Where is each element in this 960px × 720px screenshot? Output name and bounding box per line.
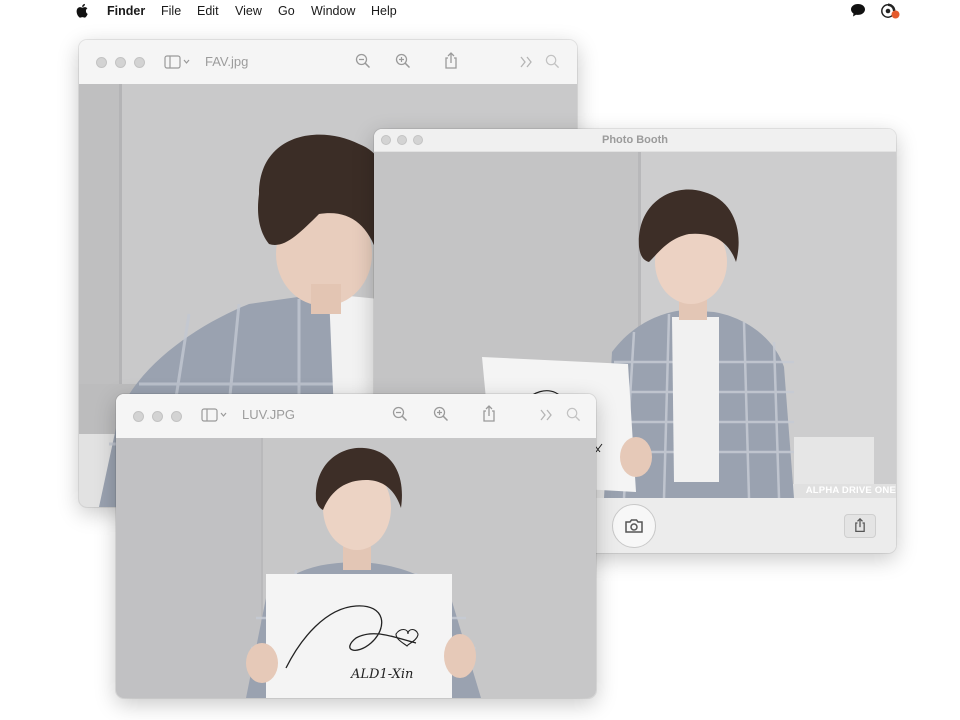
window-titlebar: Photo Booth xyxy=(374,129,896,152)
share-button[interactable] xyxy=(844,514,876,538)
menu-window[interactable]: Window xyxy=(311,4,355,18)
sidebar-toggle-icon[interactable] xyxy=(201,408,227,422)
control-center-icon[interactable] xyxy=(880,3,902,20)
more-chevrons-icon[interactable] xyxy=(540,409,554,421)
share-icon[interactable] xyxy=(444,52,458,70)
minimize-button[interactable] xyxy=(115,57,126,68)
window-toolbar: LUV.JPG xyxy=(116,394,596,438)
camera-shutter-button[interactable] xyxy=(612,504,656,548)
minimize-button[interactable] xyxy=(152,411,163,422)
menu-bar: Finder File Edit View Go Window Help xyxy=(0,0,960,22)
more-chevrons-icon[interactable] xyxy=(520,56,534,68)
share-icon[interactable] xyxy=(482,405,496,423)
watermark-text: ALPHA DRIVE ONE xyxy=(805,485,896,496)
preview-image: ALD1-Xin xyxy=(116,438,596,698)
window-title: FAV.jpg xyxy=(205,54,249,69)
menu-go[interactable]: Go xyxy=(278,4,295,18)
zoom-in-icon[interactable] xyxy=(395,53,411,69)
share-icon xyxy=(855,518,865,532)
zoom-in-icon[interactable] xyxy=(433,406,449,422)
apple-logo-icon[interactable] xyxy=(76,3,88,18)
window-toolbar: FAV.jpg xyxy=(79,40,577,84)
close-button[interactable] xyxy=(96,57,107,68)
window-title: Photo Booth xyxy=(602,134,668,146)
camera-icon xyxy=(625,519,643,533)
close-button[interactable] xyxy=(133,411,144,422)
preview-window-luv[interactable]: LUV.JPG ALD1-Xin xyxy=(116,394,596,698)
window-title: LUV.JPG xyxy=(242,407,295,422)
menu-file[interactable]: File xyxy=(161,4,181,18)
sidebar-toggle-icon[interactable] xyxy=(164,55,190,69)
traffic-lights xyxy=(96,57,145,68)
menu-help[interactable]: Help xyxy=(371,4,397,18)
menu-app-finder[interactable]: Finder xyxy=(107,4,145,18)
signature-text: ALD1-Xin xyxy=(350,667,413,682)
portrait-photo: ALD1-Xin xyxy=(116,438,596,698)
menu-view[interactable]: View xyxy=(235,4,262,18)
zoom-out-icon[interactable] xyxy=(392,406,408,422)
zoom-button[interactable] xyxy=(134,57,145,68)
search-icon[interactable] xyxy=(566,407,581,422)
message-bubble-icon[interactable] xyxy=(850,3,866,18)
zoom-button[interactable] xyxy=(171,411,182,422)
traffic-lights xyxy=(133,411,182,422)
zoom-out-icon[interactable] xyxy=(355,53,371,69)
menu-edit[interactable]: Edit xyxy=(197,4,219,18)
search-icon[interactable] xyxy=(545,54,560,69)
